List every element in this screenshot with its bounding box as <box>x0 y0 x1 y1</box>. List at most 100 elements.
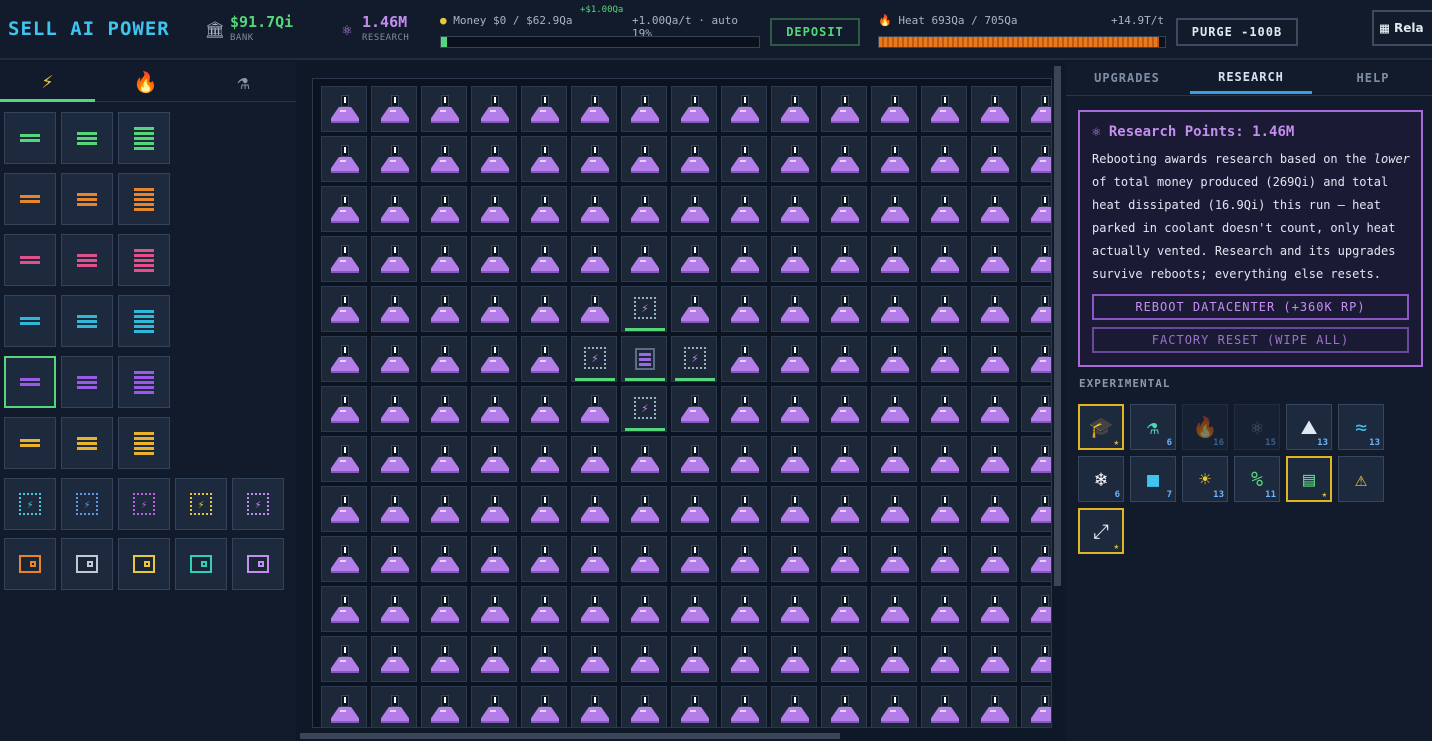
grid-tile-research[interactable] <box>721 136 767 182</box>
grid-tile-research[interactable] <box>721 386 767 432</box>
grid-tile-research[interactable] <box>471 686 517 727</box>
grid-tile-research[interactable] <box>821 636 867 682</box>
tab-help[interactable]: HELP <box>1326 62 1420 94</box>
grid-tile-research[interactable] <box>871 136 917 182</box>
experimental-upgrade[interactable]: % 11 <box>1234 456 1280 502</box>
experimental-upgrade[interactable]: ❄ 6 <box>1078 456 1124 502</box>
grid-tile-research[interactable] <box>571 686 617 727</box>
grid-tile-research[interactable] <box>621 136 667 182</box>
map-button[interactable]: ▦ Rela <box>1372 10 1432 46</box>
grid-tile-research[interactable] <box>771 336 817 382</box>
grid-tile-research[interactable] <box>471 286 517 332</box>
grid-tile-research[interactable] <box>471 86 517 132</box>
grid-tile-research[interactable] <box>621 86 667 132</box>
grid-tile-research[interactable] <box>971 686 1017 727</box>
part-stack[interactable] <box>61 234 113 286</box>
grid-tile-research[interactable] <box>971 436 1017 482</box>
grid-tile-research[interactable] <box>921 436 967 482</box>
grid-tile-research[interactable] <box>421 486 467 532</box>
reboot-button[interactable]: REBOOT DATACENTER (+360K RP) <box>1092 294 1409 320</box>
grid-tile-research[interactable] <box>371 536 417 582</box>
grid-tile-research[interactable] <box>771 136 817 182</box>
part-stack[interactable] <box>61 295 113 347</box>
grid-tile-research[interactable] <box>671 436 717 482</box>
part-stack[interactable] <box>4 173 56 225</box>
tab-research[interactable]: RESEARCH <box>1190 62 1312 94</box>
part-cell[interactable]: ⚡ <box>61 478 113 530</box>
grid-tile-research[interactable] <box>971 336 1017 382</box>
experimental-upgrade[interactable]: ≈13 <box>1338 404 1384 450</box>
experimental-upgrade[interactable]: ⛰ 13 <box>1286 404 1332 450</box>
grid-tile-research[interactable] <box>771 286 817 332</box>
grid-tile-research[interactable] <box>771 536 817 582</box>
part-cell[interactable]: ⚡ <box>118 478 170 530</box>
part-vent[interactable] <box>118 538 170 590</box>
purge-button[interactable]: PURGE -100B <box>1176 18 1298 46</box>
reactor-grid[interactable]: ⚡ ⚡ ⚡ ⚡ <box>312 78 1052 728</box>
grid-tile-research[interactable] <box>721 236 767 282</box>
part-stack[interactable] <box>118 112 170 164</box>
part-stack[interactable] <box>61 356 113 408</box>
grid-tile-research[interactable] <box>621 186 667 232</box>
grid-tile-research[interactable] <box>671 186 717 232</box>
grid-tile-research[interactable] <box>421 436 467 482</box>
grid-tile-research[interactable] <box>871 186 917 232</box>
grid-tile-research[interactable] <box>1021 586 1051 632</box>
grid-tile-research[interactable] <box>721 286 767 332</box>
grid-tile-research[interactable] <box>371 386 417 432</box>
grid-tile-research[interactable] <box>421 636 467 682</box>
grid-tile-research[interactable] <box>871 286 917 332</box>
grid-tile-research[interactable] <box>721 536 767 582</box>
grid-tile-research[interactable] <box>871 336 917 382</box>
grid-tile-research[interactable] <box>471 436 517 482</box>
grid-tile-research[interactable] <box>621 236 667 282</box>
grid-tile-research[interactable] <box>771 86 817 132</box>
grid-tile-research[interactable] <box>471 636 517 682</box>
grid-tile-research[interactable] <box>721 436 767 482</box>
grid-tile-research[interactable] <box>1021 536 1051 582</box>
part-stack[interactable] <box>4 112 56 164</box>
grid-tile-research[interactable] <box>321 536 367 582</box>
grid-tile-research[interactable] <box>1021 686 1051 727</box>
part-vent[interactable] <box>232 538 284 590</box>
grid-vertical-scrollbar[interactable] <box>1054 66 1061 586</box>
grid-tile-research[interactable] <box>971 586 1017 632</box>
grid-tile-research[interactable] <box>521 186 567 232</box>
grid-tile-research[interactable] <box>371 586 417 632</box>
grid-tile-research[interactable] <box>1021 186 1051 232</box>
grid-tile-research[interactable] <box>671 136 717 182</box>
part-vent[interactable] <box>175 538 227 590</box>
part-stack[interactable] <box>61 112 113 164</box>
grid-tile-research[interactable] <box>871 636 917 682</box>
grid-tile-research[interactable] <box>671 686 717 727</box>
grid-tile-research[interactable] <box>821 236 867 282</box>
grid-tile-research[interactable] <box>321 436 367 482</box>
grid-tile-research[interactable] <box>421 86 467 132</box>
grid-tile-research[interactable] <box>871 436 917 482</box>
grid-tile-research[interactable] <box>321 486 367 532</box>
grid-tile-research[interactable] <box>721 486 767 532</box>
grid-tile-research[interactable] <box>621 536 667 582</box>
grid-tile-research[interactable] <box>871 536 917 582</box>
grid-tile-research[interactable] <box>921 136 967 182</box>
grid-tile-research[interactable] <box>921 386 967 432</box>
grid-tile-research[interactable] <box>971 86 1017 132</box>
part-stack[interactable] <box>118 234 170 286</box>
grid-tile-research[interactable] <box>421 136 467 182</box>
grid-tile-research[interactable] <box>771 686 817 727</box>
part-cell[interactable]: ⚡ <box>175 478 227 530</box>
grid-tile-research[interactable] <box>771 436 817 482</box>
part-cell[interactable]: ⚡ <box>232 478 284 530</box>
grid-tile-research[interactable] <box>621 586 667 632</box>
grid-tile-research[interactable] <box>871 586 917 632</box>
grid-tile-research[interactable] <box>971 386 1017 432</box>
part-stack[interactable] <box>118 295 170 347</box>
grid-tile-research[interactable] <box>521 686 567 727</box>
grid-tile-research[interactable] <box>421 286 467 332</box>
grid-tile-research[interactable] <box>971 136 1017 182</box>
grid-tile-research[interactable] <box>821 686 867 727</box>
experimental-upgrade[interactable]: 🎓 ★ <box>1078 404 1124 450</box>
grid-tile-research[interactable] <box>571 536 617 582</box>
part-stack[interactable] <box>118 417 170 469</box>
tab-upgrades[interactable]: UPGRADES <box>1080 62 1174 94</box>
